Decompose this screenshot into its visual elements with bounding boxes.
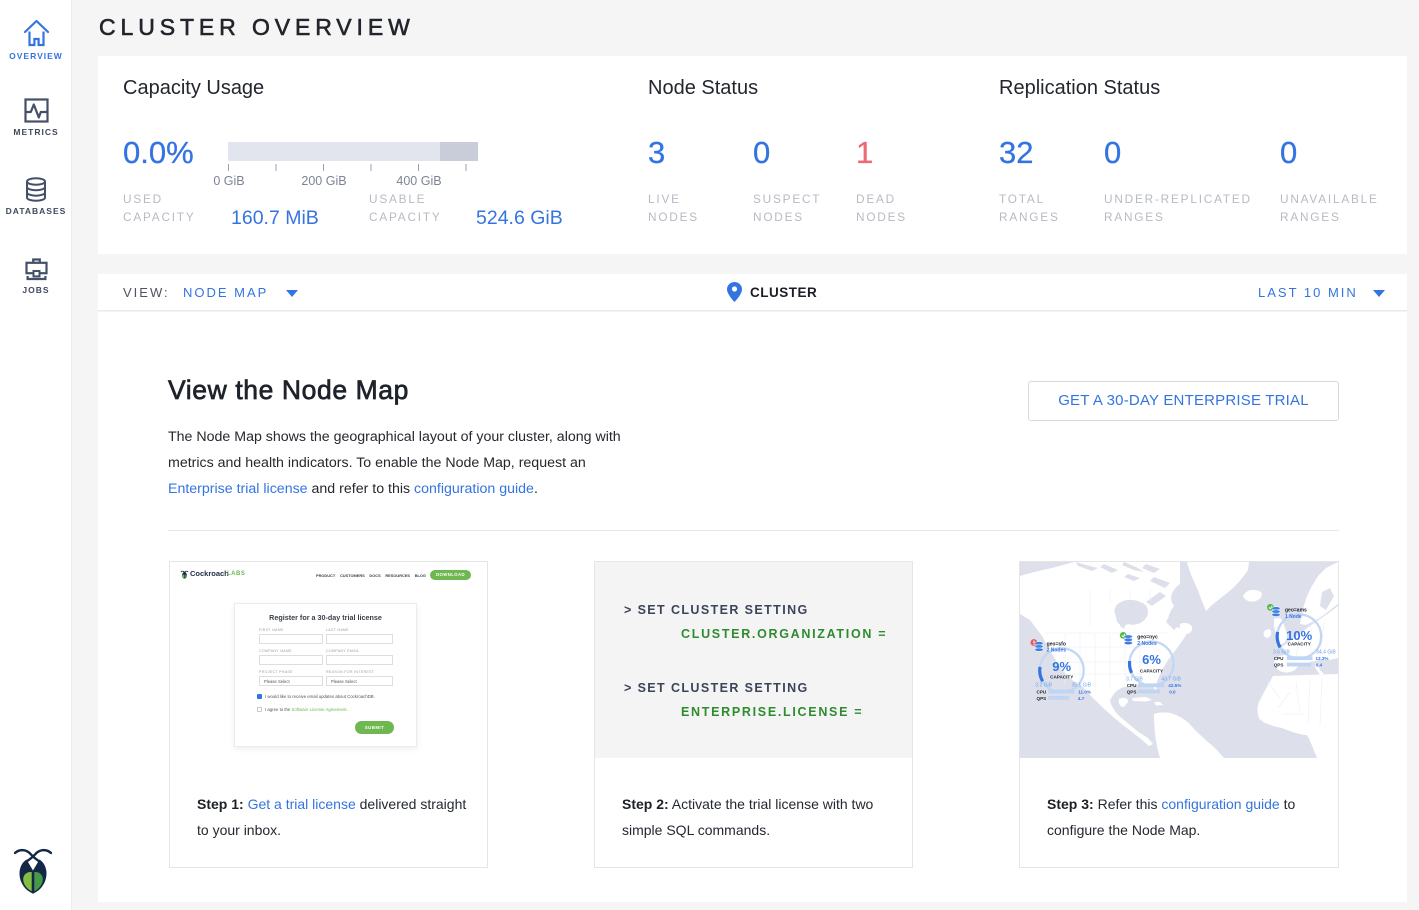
svg-text:2 Nodes: 2 Nodes [1047,648,1067,654]
svg-text:geo=ams: geo=ams [1285,608,1307,614]
svg-text:4.7: 4.7 [1078,696,1085,701]
svg-text:1 Node: 1 Node [1285,614,1302,620]
svg-text:2 Nodes: 2 Nodes [1137,641,1157,647]
svg-text:0.0: 0.0 [1169,689,1176,694]
svg-text:3.2 GiB: 3.2 GiB [1035,683,1052,689]
svg-text:9%: 9% [1052,659,1071,674]
svg-text:3.7 GiB: 3.7 GiB [1126,676,1143,682]
svg-text:QPS: QPS [1274,662,1284,667]
svg-text:43.7 GiB: 43.7 GiB [1161,676,1181,682]
svg-text:6%: 6% [1142,652,1161,667]
svg-text:CPU: CPU [1037,689,1047,694]
svg-text:QPS: QPS [1037,696,1047,701]
svg-text:11.0%: 11.0% [1078,689,1091,694]
svg-text:34.4 GiB: 34.4 GiB [1316,649,1336,655]
svg-text:CPU: CPU [1274,656,1284,661]
svg-text:3.6 GiB: 3.6 GiB [1273,649,1290,655]
svg-text:geo=nyc: geo=nyc [1137,635,1158,641]
svg-text:CAPACITY: CAPACITY [1140,668,1163,673]
svg-text:CAPACITY: CAPACITY [1050,675,1073,680]
svg-text:QPS: QPS [1127,689,1137,694]
svg-text:geo=sfo: geo=sfo [1047,641,1066,647]
svg-text:CAPACITY: CAPACITY [1288,642,1311,647]
svg-text:42.5%: 42.5% [1168,683,1181,688]
svg-text:13.3%: 13.3% [1315,656,1328,661]
svg-text:CPU: CPU [1127,683,1137,688]
svg-text:35.1 GiB: 35.1 GiB [1072,683,1092,689]
svg-text:0.4: 0.4 [1316,662,1323,667]
